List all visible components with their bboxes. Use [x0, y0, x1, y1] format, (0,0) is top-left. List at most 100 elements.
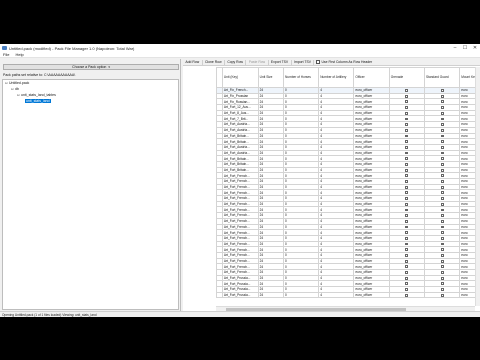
checkbox-icon[interactable]	[440, 208, 444, 212]
checkbox-icon[interactable]	[440, 242, 444, 246]
checkbox-icon[interactable]	[405, 288, 409, 291]
checkbox-icon[interactable]	[405, 197, 409, 200]
checkbox-icon[interactable]	[405, 168, 409, 172]
copy-row-button[interactable]: Copy Row	[225, 59, 247, 65]
checkbox-icon[interactable]	[405, 185, 409, 189]
checkbox-icon[interactable]	[440, 259, 444, 263]
unit-key-cell[interactable]: Art_Fort_Prussia...	[221, 291, 259, 299]
column-header[interactable]: Unit (Key)	[221, 67, 259, 88]
checkbox-icon[interactable]	[405, 191, 409, 195]
checkbox-icon[interactable]	[440, 202, 444, 206]
checkbox-icon[interactable]	[440, 128, 444, 132]
menu-help[interactable]: Help	[12, 52, 26, 57]
checkbox-icon[interactable]	[440, 236, 444, 240]
checkbox-icon[interactable]	[405, 163, 409, 166]
checkbox-icon[interactable]	[440, 163, 444, 166]
checkbox-icon[interactable]	[440, 180, 444, 183]
export-tsv-button[interactable]: Export TSV	[269, 59, 292, 65]
checkbox-icon[interactable]	[440, 145, 444, 149]
checkbox-icon[interactable]	[440, 214, 444, 218]
maximize-button[interactable]: ☐	[460, 44, 470, 52]
checkbox-icon[interactable]	[440, 282, 444, 286]
checkbox-icon[interactable]	[440, 100, 444, 104]
checkbox-icon[interactable]	[405, 248, 409, 252]
checkbox-icon[interactable]	[405, 282, 409, 286]
checkbox-icon[interactable]	[405, 271, 409, 274]
close-button[interactable]: ✕	[470, 44, 480, 52]
checkbox-icon[interactable]	[405, 236, 409, 240]
checkbox-icon[interactable]	[405, 123, 409, 127]
checkbox-icon[interactable]	[440, 134, 444, 138]
data-grid[interactable]: Unit (Key) Unit Size Number of Horses Nu…	[216, 67, 480, 311]
checkbox-icon[interactable]	[405, 145, 409, 149]
checkbox-icon[interactable]	[405, 219, 409, 223]
unit-size-cell[interactable]: 24	[257, 291, 285, 299]
vertical-scrollbar[interactable]	[475, 67, 480, 306]
checkbox-icon[interactable]	[440, 151, 444, 155]
checkbox-icon[interactable]	[440, 225, 444, 229]
table-row[interactable]: Art_Fort_Prussia... 24 0 4 euro_officer euro	[216, 291, 480, 299]
officer-cell[interactable]: euro_officer	[353, 291, 390, 299]
checkbox-icon[interactable]	[405, 180, 409, 183]
pack-option-dropdown[interactable]: Choose a Pack option ▾	[3, 64, 179, 70]
checkbox-icon[interactable]	[405, 100, 409, 104]
column-header[interactable]: Unit Size	[257, 67, 285, 88]
tree-node-selected-table[interactable]: unit_stats_land	[25, 99, 51, 103]
horses-cell[interactable]: 0	[282, 291, 320, 299]
checkbox-icon[interactable]	[405, 208, 409, 212]
checkbox-icon[interactable]	[405, 265, 409, 269]
column-header[interactable]: Standard Guard	[423, 67, 461, 88]
checkbox-icon[interactable]	[440, 271, 444, 274]
checkbox-icon[interactable]	[440, 89, 444, 92]
checkbox-icon[interactable]	[405, 214, 409, 218]
tree-node-root[interactable]: ⊟ Untitled.pack	[5, 81, 29, 85]
checkbox-icon[interactable]	[440, 174, 444, 178]
checkbox-icon[interactable]	[405, 128, 409, 132]
pack-tree[interactable]: ⊟ Untitled.pack ⊟ db ⊟ unit_stats_land_t…	[2, 79, 179, 310]
checkbox-icon[interactable]	[405, 231, 409, 235]
checkbox-icon[interactable]	[440, 288, 444, 291]
checkbox-icon[interactable]	[440, 265, 444, 269]
checkbox-icon[interactable]	[440, 185, 444, 189]
first-column-header-toggle[interactable]: Use First Column As Row Header	[316, 60, 372, 64]
artillery-cell[interactable]: 4	[318, 291, 355, 299]
checkbox-icon[interactable]	[440, 157, 444, 161]
checkbox-icon[interactable]	[440, 231, 444, 235]
standard-guard-cell[interactable]	[423, 291, 461, 299]
checkbox-icon[interactable]	[316, 60, 320, 64]
add-row-button[interactable]: Add Row	[183, 59, 203, 65]
minimize-button[interactable]: –	[450, 44, 460, 52]
checkbox-icon[interactable]	[405, 276, 409, 280]
checkbox-icon[interactable]	[405, 111, 409, 115]
paste-row-button[interactable]: Paste Row	[246, 59, 269, 65]
import-tsv-button[interactable]: Import TSV	[292, 59, 315, 65]
checkbox-icon[interactable]	[440, 123, 444, 127]
checkbox-icon[interactable]	[405, 202, 409, 206]
checkbox-icon[interactable]	[440, 276, 444, 280]
checkbox-icon[interactable]	[405, 134, 409, 138]
checkbox-icon[interactable]	[405, 117, 409, 121]
column-header[interactable]: Grenade	[388, 67, 425, 88]
checkbox-icon[interactable]	[405, 106, 409, 109]
checkbox-icon[interactable]	[405, 293, 409, 297]
checkbox-icon[interactable]	[440, 117, 444, 121]
menu-file[interactable]: File	[0, 52, 12, 57]
checkbox-icon[interactable]	[405, 254, 409, 257]
checkbox-icon[interactable]	[405, 140, 409, 144]
checkbox-icon[interactable]	[440, 219, 444, 223]
checkbox-icon[interactable]	[440, 254, 444, 257]
tree-node-table-folder[interactable]: ⊟ unit_stats_land_tables	[17, 93, 56, 97]
column-header[interactable]: Number of Horses	[282, 67, 320, 88]
column-header[interactable]: Number of Artillery	[318, 67, 355, 88]
grenade-cell[interactable]	[388, 291, 425, 299]
checkbox-icon[interactable]	[440, 168, 444, 172]
checkbox-icon[interactable]	[405, 259, 409, 263]
checkbox-icon[interactable]	[405, 157, 409, 161]
checkbox-icon[interactable]	[405, 242, 409, 246]
checkbox-icon[interactable]	[405, 89, 409, 92]
checkbox-icon[interactable]	[440, 106, 444, 109]
checkbox-icon[interactable]	[405, 94, 409, 98]
checkbox-icon[interactable]	[405, 174, 409, 178]
tree-node-db[interactable]: ⊟ db	[11, 87, 19, 91]
checkbox-icon[interactable]	[440, 140, 444, 144]
